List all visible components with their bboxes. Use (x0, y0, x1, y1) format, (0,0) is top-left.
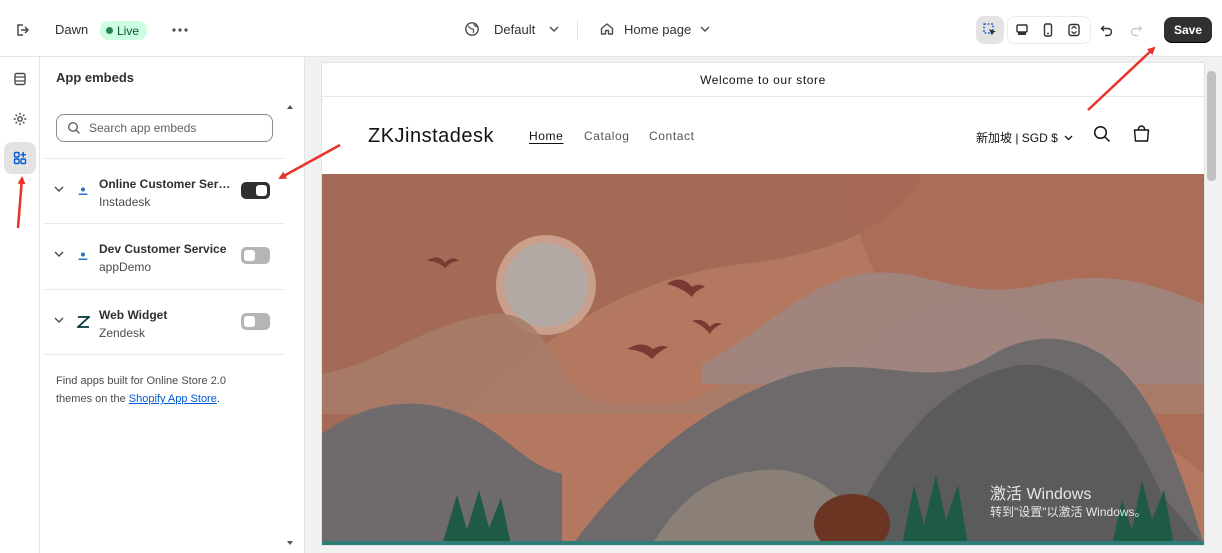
nav-contact[interactable]: Contact (649, 129, 695, 143)
scroll-down-icon[interactable] (287, 541, 293, 545)
embed-name: Online Customer Service (99, 177, 231, 191)
footnote-suffix: . (216, 393, 220, 405)
shopify-app-store-link[interactable]: Shopify App Store (129, 393, 217, 405)
currency-selector[interactable]: 新加坡 | SGD $ (976, 129, 1073, 146)
toggle-knob (244, 250, 255, 261)
divider (577, 20, 578, 40)
full-width-view-icon[interactable] (1060, 16, 1088, 44)
toggle-knob (244, 316, 255, 327)
cursor-select-icon (983, 23, 996, 36)
zendesk-icon (76, 315, 90, 329)
toggle-knob (256, 185, 267, 196)
windows-activation-title: 激活 Windows (990, 486, 1092, 503)
chevron-down-icon (1064, 135, 1073, 140)
store-logo[interactable]: ZKJinstadesk (368, 125, 494, 148)
undo-icon[interactable] (1093, 16, 1121, 44)
live-badge-label: Live (117, 23, 140, 38)
save-button[interactable]: Save (1164, 17, 1212, 43)
nav-catalog[interactable]: Catalog (584, 129, 630, 143)
chevron-down-icon[interactable] (54, 251, 64, 257)
currency-label: 新加坡 | SGD $ (976, 131, 1058, 145)
announcement-bar: Welcome to our store (322, 63, 1204, 97)
scroll-up-icon[interactable] (287, 105, 293, 109)
app-store-footnote: Find apps built for Online Store 2.0 the… (56, 372, 256, 408)
more-actions-icon[interactable] (166, 16, 194, 44)
editor-sidebar-rail (0, 57, 40, 553)
scrollbar-thumb[interactable] (1207, 71, 1216, 181)
instadesk-icon (76, 184, 90, 198)
mobile-view-icon[interactable] (1034, 16, 1062, 44)
app-embeds-panel: App embeds Online Customer Service Insta… (40, 57, 305, 553)
chevron-down-icon (549, 26, 559, 32)
theme-settings-gear-icon[interactable] (6, 105, 34, 133)
embed-provider: Zendesk (99, 326, 146, 340)
store-preview[interactable]: Welcome to our store ZKJinstadesk Home C… (322, 63, 1204, 545)
globe-icon (465, 22, 479, 36)
search-input[interactable] (89, 121, 249, 135)
chevron-down-icon (700, 26, 710, 32)
editor-topbar: Dawn Live Default Home page Save (0, 0, 1222, 57)
embed-toggle-off[interactable] (241, 247, 270, 264)
embed-toggle-on[interactable] (241, 182, 270, 199)
page-selector-label: Home page (624, 21, 692, 37)
page-selector[interactable]: Home page (599, 21, 710, 37)
theme-selector[interactable]: Default (464, 21, 559, 37)
chevron-down-icon[interactable] (54, 186, 64, 192)
embed-toggle-off[interactable] (241, 313, 270, 330)
store-header: ZKJinstadesk Home Catalog Contact 新加坡 | … (322, 98, 1204, 174)
instadesk-icon (76, 249, 90, 263)
embed-item-online-customer-service[interactable]: Online Customer Service Instadesk (44, 158, 284, 224)
embed-name: Dev Customer Service (99, 242, 227, 256)
home-icon (600, 23, 614, 35)
nav-home[interactable]: Home (529, 129, 563, 143)
embed-provider: Instadesk (99, 195, 151, 209)
windows-activation-subtitle: 转到"设置"以激活 Windows。 (990, 505, 1147, 519)
preview-scrollbar[interactable] (1205, 63, 1218, 545)
inspector-toggle[interactable] (976, 16, 1004, 44)
desktop-view-icon[interactable] (1008, 16, 1036, 44)
sections-icon[interactable] (6, 65, 34, 93)
search-app-embeds-field[interactable] (56, 114, 273, 142)
chevron-down-icon[interactable] (54, 317, 64, 323)
search-icon[interactable] (1093, 125, 1111, 143)
exit-icon[interactable] (8, 16, 36, 44)
embed-name: Web Widget (99, 308, 168, 322)
theme-selector-label: Default (494, 21, 536, 37)
search-icon (67, 121, 80, 134)
cart-icon[interactable] (1132, 124, 1151, 143)
redo-icon[interactable] (1122, 16, 1150, 44)
panel-title: App embeds (56, 70, 135, 85)
embed-item-dev-customer-service[interactable]: Dev Customer Service appDemo (44, 223, 284, 289)
theme-name: Dawn (55, 22, 89, 37)
embed-item-web-widget[interactable]: Web Widget Zendesk (44, 289, 284, 355)
live-badge: Live (100, 21, 148, 40)
app-embeds-icon[interactable] (4, 142, 36, 174)
live-dot-icon (106, 27, 113, 34)
embed-provider: appDemo (99, 260, 152, 274)
